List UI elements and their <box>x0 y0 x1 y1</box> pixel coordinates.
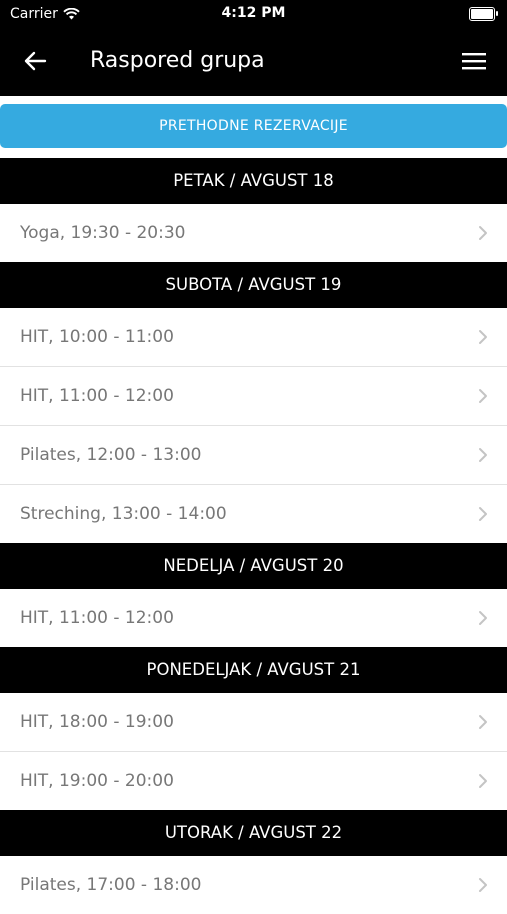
class-row[interactable]: Yoga, 19:30 - 20:30 <box>0 204 507 262</box>
page-title: Raspored grupa <box>90 48 265 73</box>
nav-bar: Raspored grupa <box>0 28 507 96</box>
class-label: HIT, 11:00 - 12:00 <box>20 608 174 628</box>
class-row[interactable]: HIT, 18:00 - 19:00 <box>0 693 507 752</box>
day-section: PETAK / AVGUST 18 Yoga, 19:30 - 20:30 <box>0 158 507 262</box>
class-row[interactable]: Pilates, 17:00 - 18:00 <box>0 856 507 914</box>
class-label: HIT, 10:00 - 11:00 <box>20 327 174 347</box>
class-label: HIT, 18:00 - 19:00 <box>20 712 174 732</box>
chevron-right-icon <box>479 878 487 892</box>
class-row[interactable]: HIT, 19:00 - 20:00 <box>0 752 507 810</box>
previous-reservations-container: PRETHODNE REZERVACIJE <box>0 96 507 158</box>
class-label: HIT, 19:00 - 20:00 <box>20 771 174 791</box>
back-arrow-icon <box>24 51 47 71</box>
chevron-right-icon <box>479 715 487 729</box>
class-label: Streching, 13:00 - 14:00 <box>20 504 227 524</box>
chevron-right-icon <box>479 389 487 403</box>
day-header: SUBOTA / AVGUST 19 <box>0 262 507 308</box>
day-header: PONEDELJAK / AVGUST 21 <box>0 647 507 693</box>
class-label: Yoga, 19:30 - 20:30 <box>20 223 186 243</box>
chevron-right-icon <box>479 330 487 344</box>
previous-reservations-button[interactable]: PRETHODNE REZERVACIJE <box>0 104 507 148</box>
day-header: PETAK / AVGUST 18 <box>0 158 507 204</box>
status-time: 4:12 PM <box>221 5 286 21</box>
back-button[interactable] <box>18 46 52 76</box>
class-row[interactable]: Streching, 13:00 - 14:00 <box>0 485 507 543</box>
status-bar: Carrier 4:12 PM <box>0 0 507 28</box>
day-section: NEDELJA / AVGUST 20 HIT, 11:00 - 12:00 <box>0 543 507 647</box>
menu-button[interactable] <box>459 48 489 74</box>
day-section: PONEDELJAK / AVGUST 21 HIT, 18:00 - 19:0… <box>0 647 507 810</box>
battery-icon <box>469 7 498 21</box>
day-section: UTORAK / AVGUST 22 Pilates, 17:00 - 18:0… <box>0 810 507 914</box>
class-label: Pilates, 17:00 - 18:00 <box>20 875 202 895</box>
class-row[interactable]: HIT, 11:00 - 12:00 <box>0 589 507 647</box>
chevron-right-icon <box>479 448 487 462</box>
chevron-right-icon <box>479 507 487 521</box>
class-row[interactable]: HIT, 11:00 - 12:00 <box>0 367 507 426</box>
chevron-right-icon <box>479 226 487 240</box>
class-row[interactable]: Pilates, 12:00 - 13:00 <box>0 426 507 485</box>
day-section: SUBOTA / AVGUST 19 HIT, 10:00 - 11:00 HI… <box>0 262 507 543</box>
hamburger-menu-icon <box>462 53 486 70</box>
day-header: NEDELJA / AVGUST 20 <box>0 543 507 589</box>
day-header: UTORAK / AVGUST 22 <box>0 810 507 856</box>
schedule-list: PETAK / AVGUST 18 Yoga, 19:30 - 20:30 SU… <box>0 158 507 914</box>
chevron-right-icon <box>479 774 487 788</box>
class-label: Pilates, 12:00 - 13:00 <box>20 445 202 465</box>
class-label: HIT, 11:00 - 12:00 <box>20 386 174 406</box>
top-bar: Carrier 4:12 PM Raspored grupa <box>0 0 507 96</box>
chevron-right-icon <box>479 611 487 625</box>
class-row[interactable]: HIT, 10:00 - 11:00 <box>0 308 507 367</box>
